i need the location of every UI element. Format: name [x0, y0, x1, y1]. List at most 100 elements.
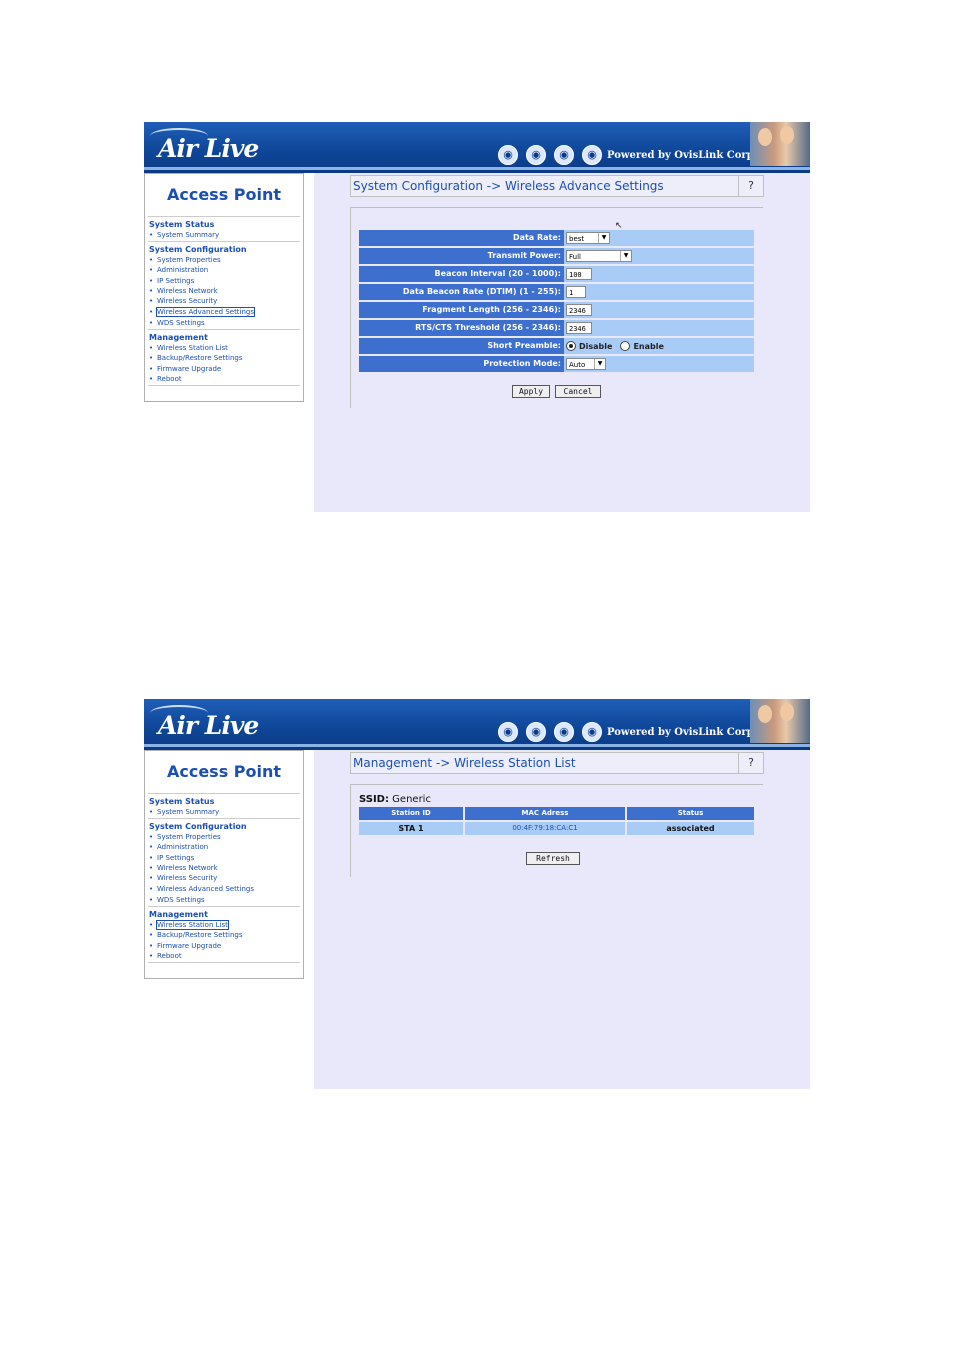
sidebar-item-reboot[interactable]: • Reboot — [149, 375, 182, 383]
globe-icons: ◉ ◉ ◉ ◉ — [498, 722, 602, 742]
form-row: Short Preamble: Disable Enable — [359, 338, 754, 354]
rts-threshold-label: RTS/CTS Threshold (256 - 2346): — [359, 320, 564, 336]
header-divider — [144, 744, 810, 747]
chevron-down-icon: ▼ — [598, 233, 609, 243]
header-divider — [144, 167, 810, 170]
help-button[interactable]: ? — [738, 753, 763, 773]
sidebar-item-wireless-security[interactable]: • Wireless Security — [149, 297, 217, 305]
screenshot-wireless-advanced: Air Live ◉ ◉ ◉ ◉ Powered by OvisLink Cor… — [144, 122, 810, 512]
airlive-logo: Air Live — [158, 711, 259, 740]
form-row: Data Beacon Rate (DTIM) (1 - 255): 1 — [359, 284, 754, 300]
sidebar-item-wds-settings[interactable]: • WDS Settings — [149, 319, 205, 327]
sidebar-item-firmware-upgrade[interactable]: • Firmware Upgrade — [149, 942, 221, 950]
sidebar-item-administration[interactable]: • Administration — [149, 843, 208, 851]
main-panel: Management -> Wireless Station List ? SS… — [314, 750, 810, 1089]
cancel-button[interactable]: Cancel — [555, 385, 601, 398]
wireless-advanced-form: Data Rate: best ▼ Transmit Power: Full ▼ B… — [359, 230, 754, 374]
preamble-disable-label: Disable — [579, 341, 613, 351]
header-banner: Air Live ◉ ◉ ◉ ◉ Powered by OvisLink Cor… — [144, 699, 810, 750]
refresh-button[interactable]: Refresh — [526, 852, 580, 865]
sidebar-item-wireless-station-list[interactable]: • Wireless Station List — [149, 920, 229, 930]
page-title-bar: System Configuration -> Wireless Advance… — [350, 175, 764, 197]
dtim-label: Data Beacon Rate (DTIM) (1 - 255): — [359, 284, 564, 300]
rts-threshold-input[interactable]: 2346 — [566, 322, 592, 334]
people-photo — [750, 699, 810, 743]
globe-icon: ◉ — [554, 145, 574, 165]
help-button[interactable]: ? — [738, 176, 763, 196]
sidebar-title: Access Point — [166, 762, 282, 781]
table-header: Station ID MAC Adress Status — [359, 807, 754, 820]
section-management: Management — [149, 333, 208, 342]
sidebar-item-system-summary[interactable]: • System Summary — [149, 231, 219, 239]
ssid-value: Generic — [392, 794, 431, 805]
divider — [148, 241, 300, 242]
sidebar-item-system-properties[interactable]: • System Properties — [149, 256, 221, 264]
ssid-line: SSID: Generic — [359, 794, 431, 805]
form-row: RTS/CTS Threshold (256 - 2346): 2346 — [359, 320, 754, 336]
section-system-status: System Status — [149, 220, 215, 229]
status-cell: associated — [627, 822, 754, 835]
header-banner: Air Live ◉ ◉ ◉ ◉ Powered by OvisLink Cor… — [144, 122, 810, 173]
form-row: Data Rate: best ▼ — [359, 230, 754, 246]
sidebar: Access Point System Status • System Summa… — [144, 173, 304, 402]
sidebar-item-reboot[interactable]: • Reboot — [149, 952, 182, 960]
globe-icon: ◉ — [526, 145, 546, 165]
sidebar-item-backup-restore[interactable]: • Backup/Restore Settings — [149, 354, 243, 362]
sidebar-item-ip-settings[interactable]: • IP Settings — [149, 277, 194, 285]
sidebar-item-ip-settings[interactable]: • IP Settings — [149, 854, 194, 862]
sidebar-item-wireless-station-list[interactable]: • Wireless Station List — [149, 344, 228, 352]
main-panel: System Configuration -> Wireless Advance… — [314, 173, 810, 512]
sidebar-item-wireless-network[interactable]: • Wireless Network — [149, 287, 218, 295]
station-id-cell: STA 1 — [359, 822, 463, 835]
page-title-bar: Management -> Wireless Station List ? — [350, 752, 764, 774]
apply-button[interactable]: Apply — [512, 385, 550, 398]
sidebar-item-firmware-upgrade[interactable]: • Firmware Upgrade — [149, 365, 221, 373]
sidebar-item-wireless-security[interactable]: • Wireless Security — [149, 874, 217, 882]
sidebar-item-wireless-advanced-settings[interactable]: • Wireless Advanced Settings — [149, 885, 254, 893]
sidebar-item-system-summary[interactable]: • System Summary — [149, 808, 219, 816]
preamble-enable-radio[interactable] — [620, 341, 631, 351]
form-row: Protection Mode: Auto ▼ — [359, 356, 754, 372]
airlive-logo: Air Live — [158, 134, 259, 163]
page-title: System Configuration -> Wireless Advance… — [353, 179, 664, 193]
dtim-input[interactable]: 1 — [566, 286, 586, 298]
screenshot-station-list: Air Live ◉ ◉ ◉ ◉ Powered by OvisLink Cor… — [144, 699, 810, 1089]
page-title: Management -> Wireless Station List — [353, 756, 576, 770]
powered-by-text: Powered by OvisLink Corp. — [607, 727, 758, 738]
form-row: Fragment Length (256 - 2346): 2346 — [359, 302, 754, 318]
column-header: Station ID — [359, 807, 463, 820]
divider — [148, 793, 300, 794]
fragment-length-input[interactable]: 2346 — [566, 304, 592, 316]
sidebar: Access Point System Status • System Summa… — [144, 750, 304, 979]
sidebar-item-system-properties[interactable]: • System Properties — [149, 833, 221, 841]
sidebar-item-backup-restore[interactable]: • Backup/Restore Settings — [149, 931, 243, 939]
protection-mode-select[interactable]: Auto ▼ — [566, 358, 606, 370]
section-system-status: System Status — [149, 797, 215, 806]
divider — [148, 216, 300, 217]
column-header: MAC Adress — [465, 807, 625, 820]
globe-icons: ◉ ◉ ◉ ◉ — [498, 145, 602, 165]
sidebar-title: Access Point — [166, 185, 282, 204]
divider — [148, 962, 300, 963]
preamble-disable-radio[interactable] — [566, 341, 576, 351]
sidebar-item-wds-settings[interactable]: • WDS Settings — [149, 896, 205, 904]
mac-address-cell: 00:4F:79:18:CA:C1 — [465, 822, 625, 835]
globe-icon: ◉ — [554, 722, 574, 742]
beacon-interval-input[interactable]: 100 — [566, 268, 592, 280]
form-row: Beacon Interval (20 - 1000): 100 — [359, 266, 754, 282]
data-rate-select[interactable]: best ▼ — [566, 232, 610, 244]
divider — [148, 818, 300, 819]
section-system-configuration: System Configuration — [149, 822, 247, 831]
sidebar-item-administration[interactable]: • Administration — [149, 266, 208, 274]
table-row: STA 1 00:4F:79:18:CA:C1 associated — [359, 822, 754, 835]
globe-icon: ◉ — [582, 145, 602, 165]
sidebar-item-wireless-advanced-settings[interactable]: • Wireless Advanced Settings — [149, 307, 256, 317]
section-management: Management — [149, 910, 208, 919]
section-system-configuration: System Configuration — [149, 245, 247, 254]
transmit-power-select[interactable]: Full ▼ — [566, 250, 632, 262]
people-photo — [750, 122, 810, 166]
sidebar-item-wireless-network[interactable]: • Wireless Network — [149, 864, 218, 872]
preamble-enable-label: Enable — [633, 341, 664, 351]
transmit-power-label: Transmit Power: — [359, 248, 564, 264]
station-table: Station ID MAC Adress Status STA 1 00:4F… — [359, 807, 754, 837]
